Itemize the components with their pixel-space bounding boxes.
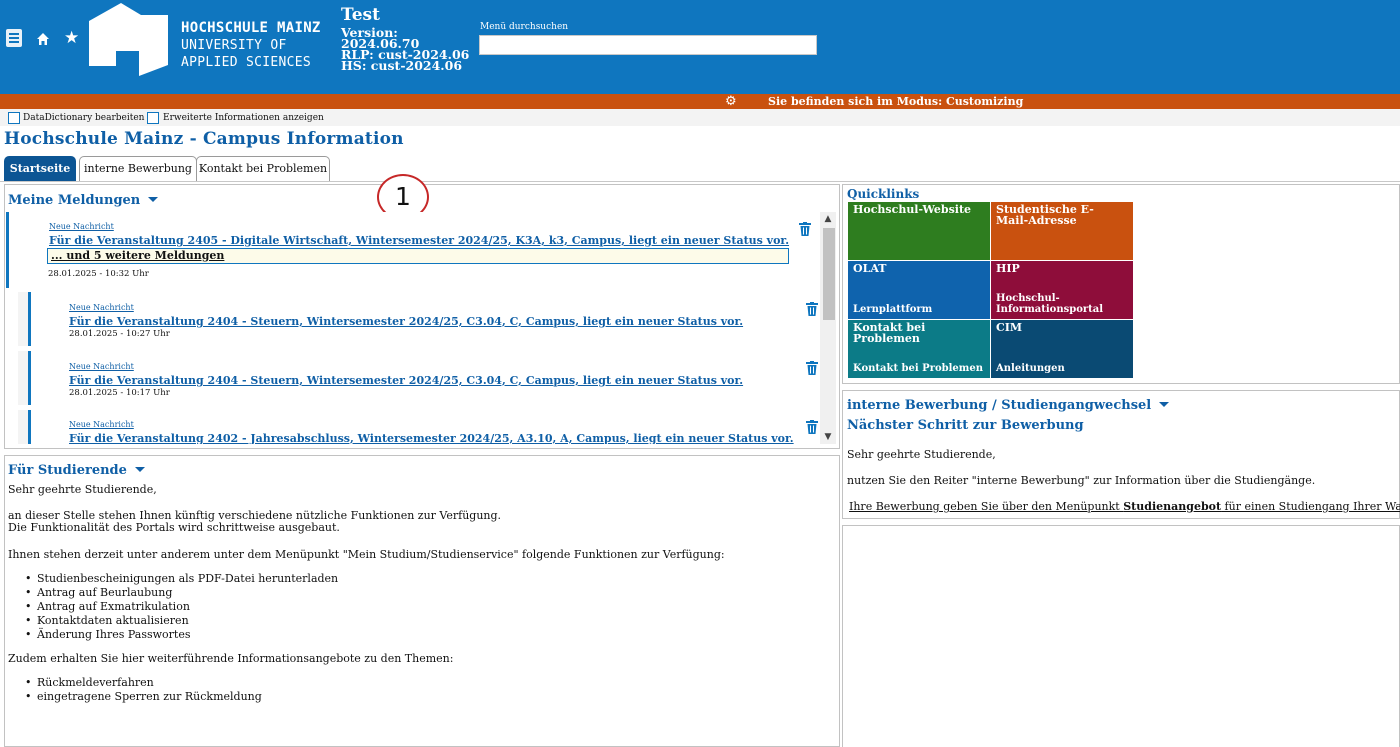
bewerbung-instruction-pre: Ihre Bewerbung geben Sie über den Menüpu…	[849, 500, 1124, 513]
list-item: Antrag auf Exmatrikulation	[25, 600, 190, 614]
tab-interne-bewerbung[interactable]: interne Bewerbung	[79, 156, 197, 181]
top-header: ★ HOCHSCHULE MAINZ UNIVERSITY OF APPLIED…	[0, 0, 1400, 94]
quicklink-subtitle[interactable]: Kontakt bei Problemen	[853, 363, 983, 374]
university-name: HOCHSCHULE MAINZ UNIVERSITY OF APPLIED S…	[181, 20, 321, 71]
message-date: 28.01.2025 - 10:32 Uhr	[48, 269, 149, 279]
quicklink-title[interactable]: HIP	[996, 263, 1020, 274]
message-label[interactable]: Neue Nachricht	[49, 222, 114, 231]
quicklinks-title: Quicklinks	[847, 187, 920, 201]
list-item: Änderung Ihres Passwortes	[25, 628, 190, 642]
message-link[interactable]: Für die Veranstaltung 2402 - Jahresabsch…	[69, 432, 794, 444]
mode-bar: ⚙ Sie befinden sich im Modus: Customizin…	[0, 94, 1400, 109]
trash-icon[interactable]	[806, 361, 818, 375]
menu-icon[interactable]	[6, 29, 22, 47]
studierende-title[interactable]: Für Studierende	[8, 463, 145, 478]
trash-icon[interactable]	[806, 302, 818, 316]
bewerbung-instruction-post: für einen Studiengang Ihrer Wahl ab.	[1224, 500, 1400, 513]
quicklink-subtitle[interactable]: Anleitungen	[996, 363, 1065, 374]
list-item[interactable]: Neue Nachricht Für die Veranstaltung 240…	[18, 292, 818, 346]
bewerbung-paragraph: nutzen Sie den Reiter "interne Bewerbung…	[847, 474, 1316, 487]
quicklink-subtitle[interactable]: Hochschul-Informationsportal	[996, 293, 1106, 315]
studierende-paragraph: Zudem erhalten Sie hier weiterführende I…	[8, 652, 454, 665]
trash-icon[interactable]	[806, 420, 818, 434]
chevron-down-icon[interactable]	[1159, 402, 1170, 407]
list-item: Kontaktdaten aktualisieren	[25, 614, 189, 628]
quicklink-title[interactable]: OLAT	[853, 263, 886, 274]
quicklink-title[interactable]: Studentische E-Mail-Adresse	[996, 204, 1126, 226]
datadictionary-label[interactable]: DataDictionary bearbeiten	[23, 112, 144, 124]
scroll-up-icon[interactable]: ▲	[820, 212, 836, 226]
bewerbung-title-text: interne Bewerbung / Studiengangwechsel	[847, 398, 1152, 413]
quicklink-tile[interactable]: Kontakt bei Problemen Kontakt bei Proble…	[848, 320, 990, 378]
quicklink-title[interactable]: Hochschul-Website	[853, 204, 971, 215]
bewerbung-title[interactable]: interne Bewerbung / Studiengangwechsel	[847, 398, 1170, 413]
quicklink-subtitle[interactable]: Lernplattform	[853, 304, 932, 315]
list-item: Antrag auf Beurlaubung	[25, 586, 172, 600]
version-info: Test Version: 2024.06.70 RLP: cust-2024.…	[341, 5, 469, 73]
menu-search-label: Menü durchsuchen	[480, 22, 569, 32]
favorites-star-icon[interactable]: ★	[64, 29, 80, 47]
university-logo[interactable]	[86, 3, 170, 76]
message-label[interactable]: Neue Nachricht	[69, 303, 134, 312]
university-name-line3: APPLIED SCIENCES	[181, 55, 312, 70]
list-item[interactable]: Neue Nachricht Für die Veranstaltung 240…	[18, 351, 818, 405]
message-label[interactable]: Neue Nachricht	[69, 362, 134, 371]
empty-panel	[842, 525, 1400, 747]
quicklink-tile[interactable]: HIP Hochschul-Informationsportal	[991, 261, 1133, 319]
studierende-paragraph: Ihnen stehen derzeit unter anderem unter…	[8, 548, 725, 561]
studierende-greeting: Sehr geehrte Studierende,	[8, 483, 157, 496]
chevron-down-icon[interactable]	[134, 467, 145, 472]
chevron-down-icon[interactable]	[148, 197, 159, 202]
home-icon[interactable]	[36, 29, 52, 47]
list-item: Studienbescheinigungen als PDF-Datei her…	[25, 572, 338, 586]
message-date: 28.01.2025 - 10:27 Uhr	[69, 329, 170, 339]
list-item[interactable]: Neue Nachricht Für die Veranstaltung 240…	[18, 410, 818, 444]
scroll-down-icon[interactable]: ▼	[820, 430, 836, 444]
bewerbung-instruction[interactable]: Ihre Bewerbung geben Sie über den Menüpu…	[849, 500, 1400, 514]
gear-icon[interactable]: ⚙	[725, 95, 737, 108]
list-item: eingetragene Sperren zur Rückmeldung	[25, 690, 262, 704]
studienangebot-link[interactable]: Studienangebot	[1123, 500, 1221, 513]
quicklink-tile[interactable]: Hochschul-Website	[848, 202, 990, 260]
quicklink-tile[interactable]: Studentische E-Mail-Adresse	[991, 202, 1133, 260]
more-messages-link[interactable]: ... und 5 weitere Meldungen	[47, 248, 789, 264]
quicklink-title[interactable]: Kontakt bei Problemen	[853, 322, 990, 344]
studierende-title-text: Für Studierende	[8, 463, 127, 478]
hs-version: HS: cust-2024.06	[341, 58, 463, 73]
mode-text: Sie befinden sich im Modus: Customizing	[768, 95, 1024, 108]
scrollbar-thumb[interactable]	[823, 228, 835, 320]
meldungen-scrollbar[interactable]: ▲ ▼	[820, 212, 836, 444]
tab-divider	[0, 181, 1400, 182]
university-name-line2: UNIVERSITY OF	[181, 38, 287, 53]
environment-title: Test	[341, 5, 380, 25]
page-title: Hochschule Mainz - Campus Information	[4, 129, 404, 149]
quicklink-title[interactable]: CIM	[996, 322, 1022, 333]
message-link[interactable]: Für die Veranstaltung 2404 - Steuern, Wi…	[69, 315, 743, 328]
trash-icon[interactable]	[799, 222, 811, 236]
quicklink-tile[interactable]: OLAT Lernplattform	[848, 261, 990, 319]
extended-info-checkbox[interactable]	[147, 112, 159, 124]
menu-search-input[interactable]	[479, 35, 817, 55]
extended-info-label[interactable]: Erweiterte Informationen anzeigen	[163, 112, 324, 124]
developer-options-bar: DataDictionary bearbeiten Erweiterte Inf…	[0, 109, 1400, 126]
bewerbung-greeting: Sehr geehrte Studierende,	[847, 448, 996, 461]
bewerbung-subtitle: Nächster Schritt zur Bewerbung	[847, 418, 1084, 433]
meldungen-title-text: Meine Meldungen	[8, 193, 141, 208]
tab-kontakt-bei-problemen[interactable]: Kontakt bei Problemen	[196, 156, 330, 181]
message-label[interactable]: Neue Nachricht	[69, 420, 134, 429]
message-link[interactable]: Für die Veranstaltung 2405 - Digitale Wi…	[49, 234, 789, 247]
university-name-line1: HOCHSCHULE MAINZ	[181, 20, 321, 36]
datadictionary-checkbox[interactable]	[8, 112, 20, 124]
message-date: 28.01.2025 - 10:17 Uhr	[69, 388, 170, 398]
studierende-paragraph-line: Die Funktionalität des Portals wird schr…	[8, 521, 340, 534]
tab-startseite[interactable]: Startseite	[4, 156, 76, 181]
meldungen-title[interactable]: Meine Meldungen	[8, 193, 159, 208]
list-item: Rückmeldeverfahren	[25, 676, 154, 690]
quicklink-tile[interactable]: CIM Anleitungen	[991, 320, 1133, 378]
message-link[interactable]: Für die Veranstaltung 2404 - Steuern, Wi…	[69, 374, 743, 387]
